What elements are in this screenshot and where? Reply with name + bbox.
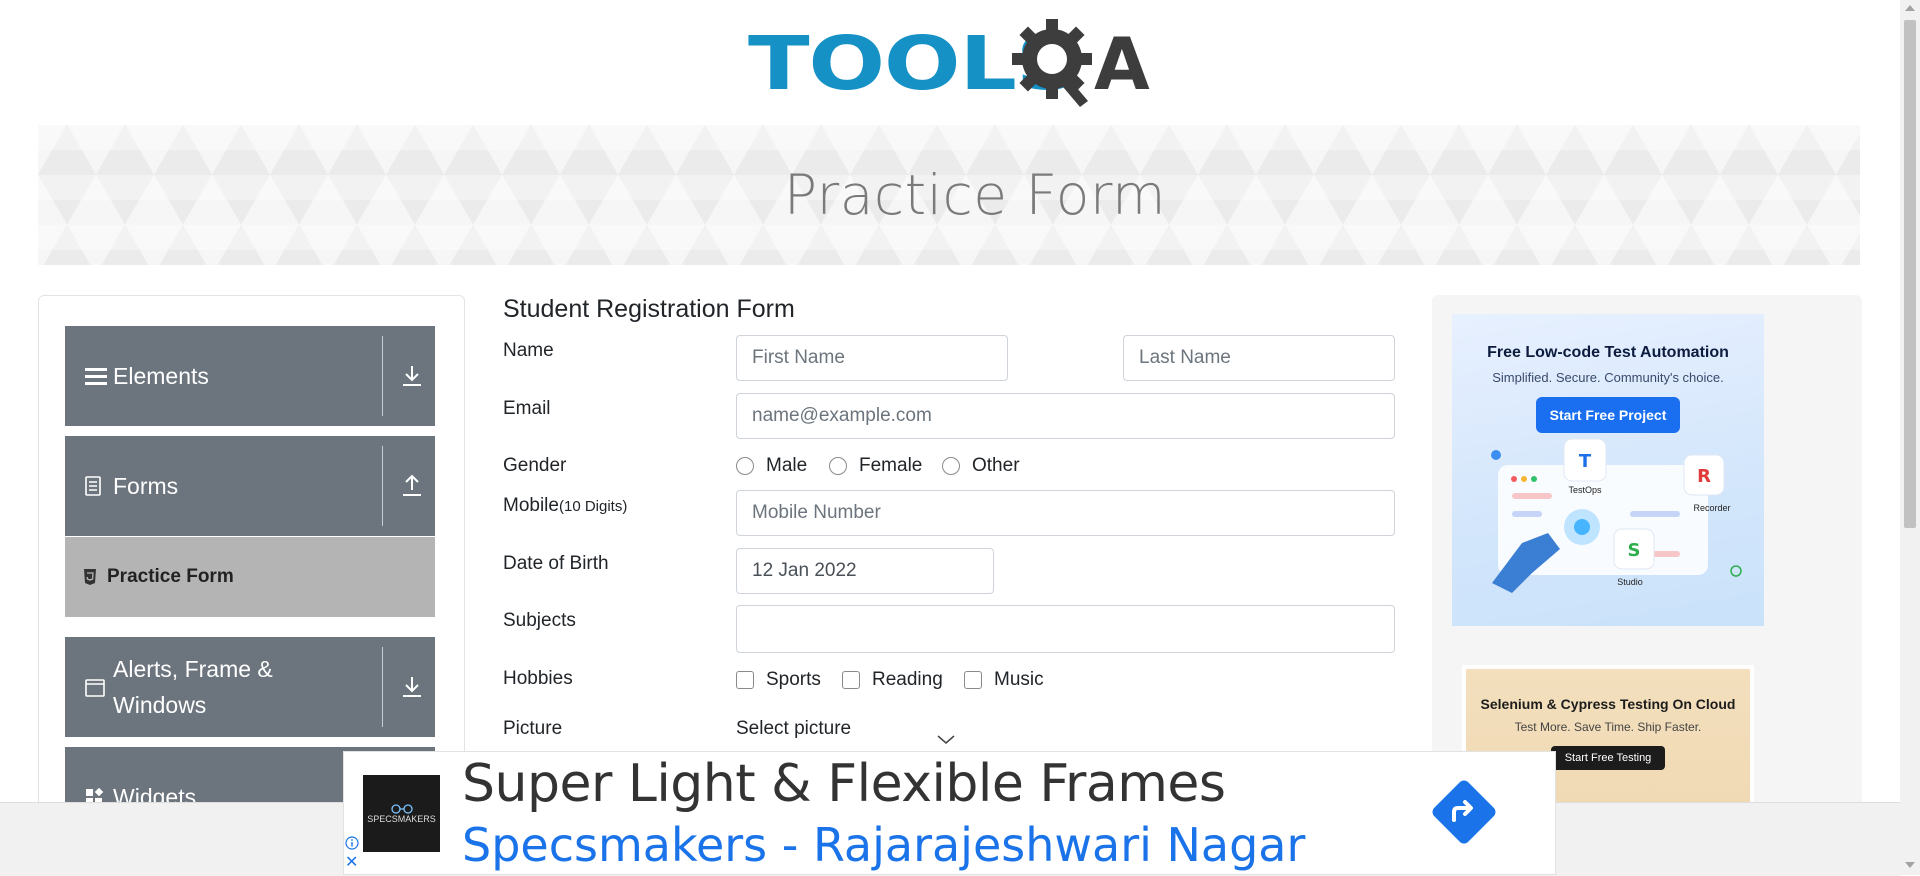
sidebar-group-label: Forms xyxy=(113,473,179,499)
dob-label: Date of Birth xyxy=(503,553,609,574)
radio-label[interactable]: Male xyxy=(766,455,807,477)
scroll-down-arrow-icon[interactable] xyxy=(1905,862,1915,868)
ad-katalon[interactable]: Free Low-code Test Automation Simplified… xyxy=(1452,314,1764,626)
sidebar-group-alerts[interactable]: Alerts, Frame & Windows xyxy=(65,637,435,737)
sidebar-group-label: Alerts, Frame & Windows xyxy=(113,656,273,718)
hobby-sports-checkbox[interactable]: Sports xyxy=(736,669,821,691)
checkbox-icon[interactable] xyxy=(842,671,860,689)
gender-label: Gender xyxy=(503,455,567,476)
subjects-input[interactable] xyxy=(736,605,1395,653)
radio-icon[interactable] xyxy=(942,457,960,475)
page-title: Practice Form xyxy=(783,163,1167,227)
download-arrow-icon[interactable] xyxy=(399,674,425,700)
radio-label[interactable]: Female xyxy=(859,455,922,477)
first-name-input[interactable]: First Name xyxy=(736,335,1008,381)
ad-subtitle: Simplified. Secure. Community's choice. xyxy=(1492,370,1724,385)
form-title: Student Registration Form xyxy=(503,295,795,323)
checkbox-icon[interactable] xyxy=(736,671,754,689)
window-icon xyxy=(85,679,109,697)
ad-item-testops: TestOps xyxy=(1568,485,1602,495)
ad-illustration: T TestOps R Recorder S Studio xyxy=(1491,438,1742,593)
select-picture-button[interactable]: Select picture xyxy=(736,718,851,740)
hobbies-label: Hobbies xyxy=(503,668,573,689)
ad-title: Selenium & Cypress Testing On Cloud xyxy=(1480,696,1736,712)
glasses-icon xyxy=(390,803,413,814)
ad-subtitle: Specsmakers - Rajarajeshwari Nagar xyxy=(462,818,1306,872)
page-banner: Practice Form xyxy=(38,125,1860,265)
bottom-ad[interactable]: SPECSMAKERS Super Light & Flexible Frame… xyxy=(343,751,1556,875)
scroll-up-arrow-icon[interactable] xyxy=(1905,5,1915,11)
gender-other-radio[interactable]: Other xyxy=(942,455,1020,477)
specsmakers-logo: SPECSMAKERS xyxy=(363,775,440,852)
picture-label: Picture xyxy=(503,718,563,739)
divider xyxy=(382,446,383,526)
sidebar-item-practice-form[interactable]: Practice Form xyxy=(65,537,435,617)
mobile-label-text: Mobile xyxy=(503,495,559,516)
scroll-thumb[interactable] xyxy=(1904,20,1916,528)
svg-text:S: S xyxy=(1628,540,1641,561)
toolsqa-logo[interactable]: TOOLS A xyxy=(748,14,1150,114)
checkbox-label[interactable]: Music xyxy=(994,669,1044,691)
mobile-label: Mobile(10 Digits) xyxy=(503,495,627,517)
divider xyxy=(382,336,383,416)
ad-subtitle: Test More. Save Time. Ship Faster. xyxy=(1514,720,1702,734)
logo-text: SPECSMAKERS xyxy=(367,813,436,824)
gender-female-radio[interactable]: Female xyxy=(829,455,922,477)
hamburger-icon xyxy=(85,366,109,386)
download-arrow-icon[interactable] xyxy=(399,363,425,389)
ad-close-icon[interactable]: ✕ xyxy=(345,855,358,871)
ad-item-recorder: Recorder xyxy=(1693,503,1730,513)
page-scrollbar[interactable] xyxy=(1900,0,1920,875)
logo-text-end: A xyxy=(1094,22,1150,106)
name-label: Name xyxy=(503,340,554,361)
radio-icon[interactable] xyxy=(829,457,847,475)
upload-arrow-icon[interactable] xyxy=(399,473,425,499)
document-icon xyxy=(85,476,109,496)
subjects-label: Subjects xyxy=(503,610,576,631)
ad-title: Super Light & Flexible Frames xyxy=(462,754,1226,814)
gender-male-radio[interactable]: Male xyxy=(736,455,807,477)
directions-icon[interactable] xyxy=(1428,776,1500,848)
date-of-birth-input[interactable]: 12 Jan 2022 xyxy=(736,548,994,594)
ad-title: Free Low-code Test Automation xyxy=(1487,344,1729,361)
last-name-input[interactable]: Last Name xyxy=(1123,335,1395,381)
mobile-input[interactable]: Mobile Number xyxy=(736,490,1395,536)
start-free-project-button[interactable]: Start Free Project xyxy=(1535,397,1681,433)
radio-label[interactable]: Other xyxy=(972,455,1020,477)
checkbox-label[interactable]: Reading xyxy=(872,669,943,691)
ad-item-studio: Studio xyxy=(1617,577,1643,587)
sidebar-group-elements[interactable]: Elements xyxy=(65,326,435,426)
hobby-reading-checkbox[interactable]: Reading xyxy=(842,669,943,691)
sidebar-item-label: Practice Form xyxy=(107,566,234,587)
sidebar-group-label: Elements xyxy=(113,363,209,389)
hobby-music-checkbox[interactable]: Music xyxy=(964,669,1044,691)
svg-text:R: R xyxy=(1697,466,1711,487)
checkbox-icon[interactable] xyxy=(964,671,982,689)
sidebar-group-forms[interactable]: Forms xyxy=(65,436,435,536)
checkbox-label[interactable]: Sports xyxy=(766,669,821,691)
mobile-hint: (10 Digits) xyxy=(558,498,628,515)
ad-info-icon[interactable] xyxy=(345,836,359,850)
gear-icon xyxy=(1012,19,1092,107)
email-label: Email xyxy=(503,398,551,419)
start-free-testing-button[interactable]: Start Free Testing xyxy=(1550,746,1666,770)
chevron-down-icon xyxy=(937,735,955,744)
radio-icon[interactable] xyxy=(736,457,754,475)
html5-icon xyxy=(83,569,103,585)
divider xyxy=(382,647,383,727)
svg-text:T: T xyxy=(1579,451,1592,472)
email-input[interactable]: name@example.com xyxy=(736,393,1395,439)
